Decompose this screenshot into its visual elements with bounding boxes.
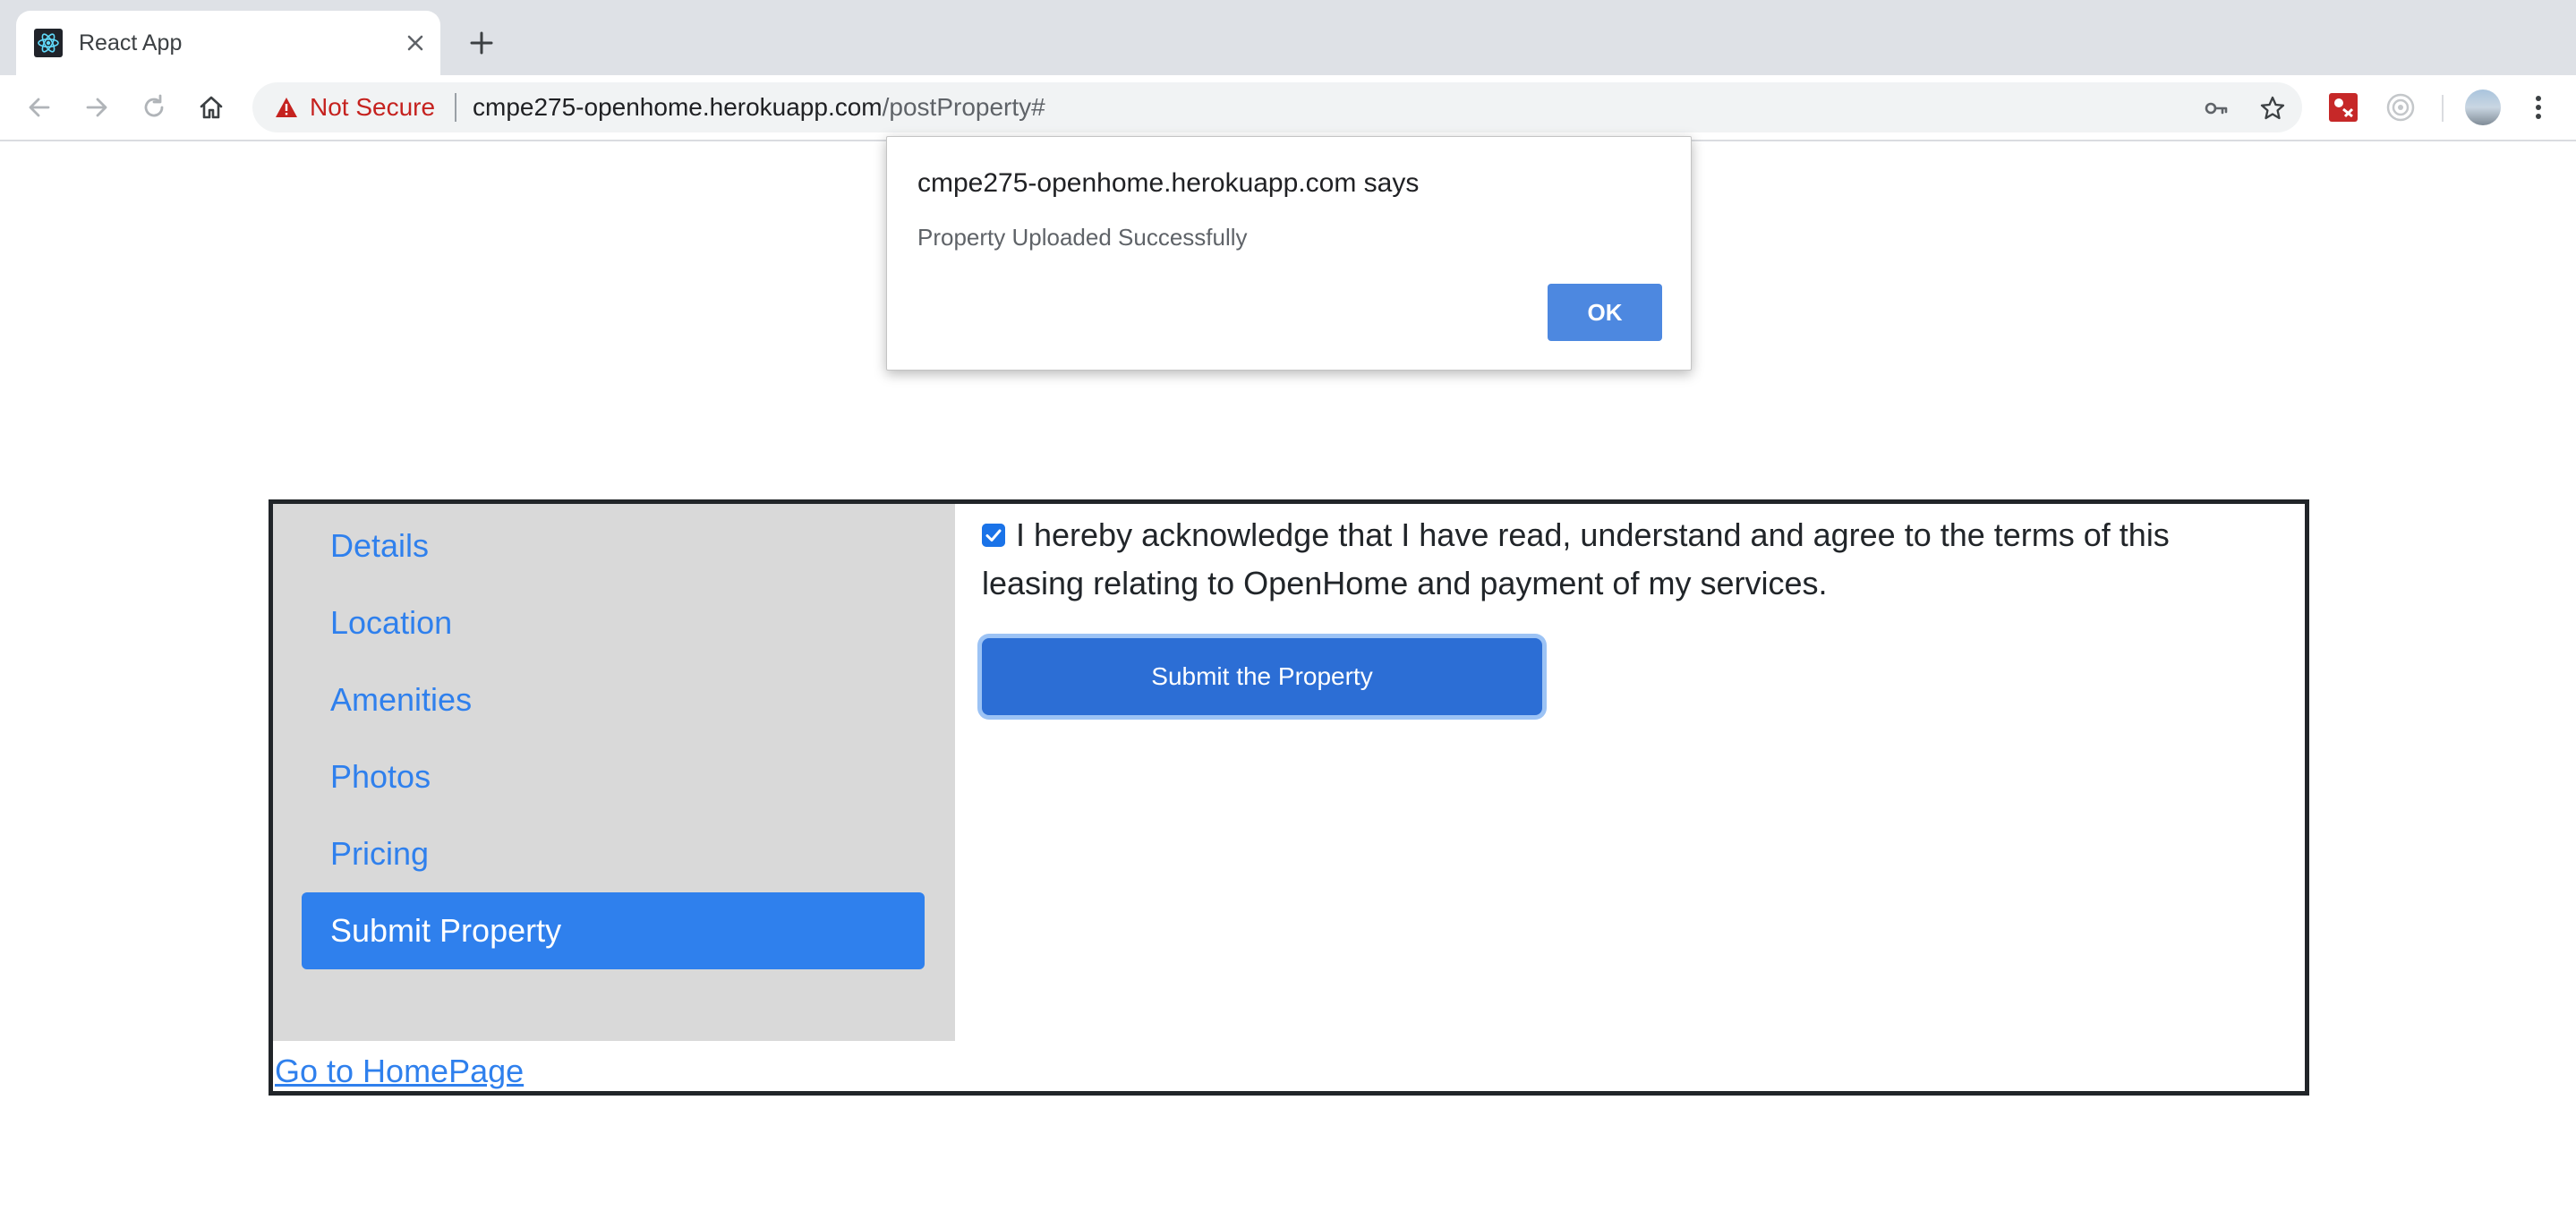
bookmark-star-icon[interactable] bbox=[2259, 95, 2286, 122]
react-atom-icon bbox=[34, 29, 63, 57]
submit-content: I hereby acknowledge that I have read, u… bbox=[955, 504, 2305, 1041]
browser-toolbar: Not Secure cmpe275-openhome.herokuapp.co… bbox=[0, 75, 2576, 141]
address-bar[interactable]: Not Secure cmpe275-openhome.herokuapp.co… bbox=[252, 82, 2302, 132]
extension-red-icon[interactable] bbox=[2327, 91, 2359, 124]
browser-tab[interactable]: React App bbox=[16, 11, 440, 75]
submit-property-button[interactable]: Submit the Property bbox=[982, 638, 1542, 715]
extension-target-icon[interactable] bbox=[2384, 91, 2417, 124]
post-property-panel: Details Location Amenities Photos Pricin… bbox=[269, 499, 2309, 1096]
tab-strip: React App bbox=[0, 0, 2576, 75]
acknowledge-text: I hereby acknowledge that I have read, u… bbox=[982, 516, 2170, 601]
url-path: /postProperty# bbox=[882, 93, 1045, 121]
home-icon[interactable] bbox=[195, 91, 227, 124]
toolbar-divider bbox=[2442, 95, 2444, 122]
go-to-homepage-link[interactable]: Go to HomePage bbox=[275, 1052, 524, 1091]
security-status-label[interactable]: Not Secure bbox=[310, 93, 435, 122]
sidebar-nav: Details Location Amenities Photos Pricin… bbox=[273, 504, 955, 1041]
new-tab-icon[interactable] bbox=[465, 27, 498, 59]
more-menu-icon[interactable] bbox=[2522, 91, 2555, 124]
forward-arrow-icon[interactable] bbox=[81, 91, 113, 124]
profile-avatar[interactable] bbox=[2465, 90, 2501, 125]
sidebar-item-details[interactable]: Details bbox=[302, 507, 925, 584]
url-host: cmpe275-openhome.herokuapp.com bbox=[473, 93, 883, 121]
url-text[interactable]: cmpe275-openhome.herokuapp.com/postPrope… bbox=[473, 93, 1045, 122]
reload-icon[interactable] bbox=[138, 91, 170, 124]
sidebar-item-location[interactable]: Location bbox=[302, 584, 925, 661]
key-icon[interactable] bbox=[2202, 95, 2229, 122]
sidebar-item-amenities[interactable]: Amenities bbox=[302, 661, 925, 738]
tab-title: React App bbox=[79, 30, 183, 55]
omnibox-divider bbox=[455, 93, 456, 122]
close-tab-icon[interactable] bbox=[399, 27, 431, 59]
warning-triangle-icon bbox=[276, 98, 297, 117]
back-arrow-icon[interactable] bbox=[23, 91, 55, 124]
ok-button[interactable]: OK bbox=[1548, 284, 1662, 341]
sidebar-item-pricing[interactable]: Pricing bbox=[302, 815, 925, 892]
sidebar-item-photos[interactable]: Photos bbox=[302, 738, 925, 815]
dialog-message: Property Uploaded Successfully bbox=[917, 224, 1248, 251]
alert-dialog: cmpe275-openhome.herokuapp.com says Prop… bbox=[886, 136, 1692, 371]
sidebar-item-submit-property[interactable]: Submit Property bbox=[302, 892, 925, 969]
dialog-title: cmpe275-openhome.herokuapp.com says bbox=[917, 168, 1420, 198]
